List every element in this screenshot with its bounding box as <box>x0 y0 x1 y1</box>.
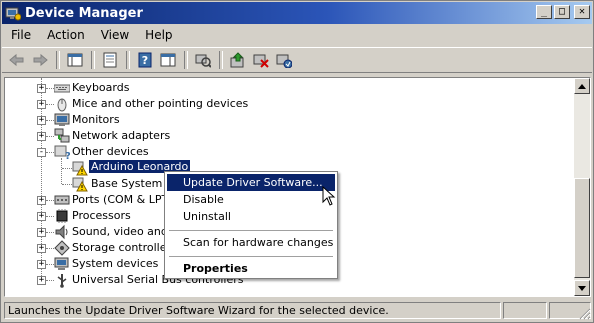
expand-toggle[interactable]: + <box>37 132 46 141</box>
tree-connector <box>46 120 54 121</box>
window-controls: _ □ ✕ <box>536 5 590 19</box>
arrow-down-icon <box>578 285 586 291</box>
menu-action[interactable]: Action <box>39 28 93 42</box>
context-menu: Update Driver Software... Disable Uninst… <box>164 171 338 279</box>
tree-connector <box>46 88 54 89</box>
scroll-down-button[interactable] <box>574 280 590 296</box>
menu-help[interactable]: Help <box>137 28 180 42</box>
arrow-up-icon <box>578 83 586 89</box>
tree-item-label: System devices <box>72 257 159 270</box>
toolbar: ? <box>2 47 592 73</box>
expand-toggle[interactable]: + <box>37 84 46 93</box>
toolbar-separator <box>56 51 60 69</box>
warning-device-icon <box>72 161 88 176</box>
monitor-icon <box>54 113 70 126</box>
menu-view[interactable]: View <box>93 28 137 42</box>
tree-connector <box>46 200 54 201</box>
usb-icon <box>57 274 67 288</box>
expand-toggle[interactable]: + <box>37 260 46 269</box>
tree-item-label: Keyboards <box>72 81 130 94</box>
menu-file[interactable]: File <box>2 28 39 42</box>
minimize-button[interactable]: _ <box>536 5 552 19</box>
mouse-icon <box>57 98 67 112</box>
svg-text:?: ? <box>142 54 148 67</box>
toolbar-separator <box>219 51 223 69</box>
menu-separator <box>169 230 333 231</box>
close-button[interactable]: ✕ <box>574 5 590 19</box>
collapse-toggle[interactable]: - <box>37 148 46 157</box>
tree-connector <box>46 232 54 233</box>
back-arrow-icon[interactable] <box>6 50 28 70</box>
window-title: Device Manager <box>25 5 143 21</box>
svg-text:?: ? <box>65 151 70 160</box>
sound-icon <box>55 224 68 240</box>
update-driver-icon[interactable] <box>227 50 249 70</box>
menu-bar: File Action View Help <box>2 25 592 45</box>
tree-connector <box>46 264 54 265</box>
menu-item-scan-hardware[interactable]: Scan for hardware changes <box>167 234 335 251</box>
toolbar-separator <box>91 51 95 69</box>
tree-connector <box>46 216 54 217</box>
status-cell <box>503 302 547 319</box>
show-hide-console-tree-icon[interactable] <box>64 50 86 70</box>
show-hide-action-pane-icon[interactable] <box>157 50 179 70</box>
tree-connector <box>61 158 62 184</box>
menu-item-disable[interactable]: Disable <box>167 191 335 208</box>
system-devices-icon <box>54 257 69 270</box>
tree-item-label: Network adapters <box>72 129 171 142</box>
tree-item-label: Storage controllers <box>72 241 177 254</box>
device-manager-window: Device Manager _ □ ✕ File Action View He… <box>0 0 594 323</box>
tree-connector <box>46 280 54 281</box>
port-icon <box>54 195 70 205</box>
help-icon[interactable]: ? <box>134 50 156 70</box>
expand-toggle[interactable]: + <box>37 100 46 109</box>
uninstall-icon[interactable] <box>250 50 272 70</box>
network-adapter-icon <box>54 128 70 143</box>
enable-device-icon[interactable] <box>273 50 295 70</box>
keyboard-icon <box>54 84 70 93</box>
processor-icon <box>56 209 68 223</box>
tree-connector <box>46 152 54 153</box>
device-manager-app-icon <box>5 7 21 21</box>
tree-connector <box>62 168 72 169</box>
tree-item-label: Ports (COM & LPT) <box>72 193 173 206</box>
scan-hardware-icon[interactable] <box>192 50 214 70</box>
menu-separator <box>169 256 333 257</box>
expand-toggle[interactable]: + <box>37 228 46 237</box>
expand-toggle[interactable]: + <box>37 196 46 205</box>
title-bar[interactable]: Device Manager _ □ ✕ <box>2 2 592 24</box>
unknown-device-icon: ? <box>54 145 70 160</box>
properties-icon[interactable] <box>99 50 121 70</box>
resize-grip-icon[interactable] <box>579 308 591 320</box>
menu-item-uninstall[interactable]: Uninstall <box>167 208 335 225</box>
status-bar: Launches the Update Driver Software Wiza… <box>2 301 592 321</box>
menu-item-update-driver[interactable]: Update Driver Software... <box>167 174 335 191</box>
tree-connector <box>62 184 72 185</box>
expand-toggle[interactable]: + <box>37 276 46 285</box>
vertical-scrollbar[interactable] <box>574 78 590 296</box>
storage-icon <box>54 240 70 256</box>
expand-toggle[interactable]: + <box>37 244 46 253</box>
warning-device-icon <box>72 177 88 192</box>
tree-item-label: Mice and other pointing devices <box>72 97 249 110</box>
tree-item-label: Processors <box>72 209 131 222</box>
toolbar-separator <box>126 51 130 69</box>
scroll-up-button[interactable] <box>574 78 590 94</box>
status-text: Launches the Update Driver Software Wiza… <box>4 302 501 319</box>
tree-item-label: Other devices <box>72 145 149 158</box>
scroll-thumb[interactable] <box>574 178 590 278</box>
mouse-cursor-icon <box>322 186 336 206</box>
maximize-button[interactable]: □ <box>554 5 570 19</box>
tree-connector <box>46 136 54 137</box>
toolbar-separator <box>184 51 188 69</box>
tree-item-label: Monitors <box>72 113 120 126</box>
menu-item-properties[interactable]: Properties <box>167 260 335 277</box>
expand-toggle[interactable]: + <box>37 212 46 221</box>
tree-connector <box>46 248 54 249</box>
expand-toggle[interactable]: + <box>37 116 46 125</box>
tree-connector <box>46 104 54 105</box>
forward-arrow-icon[interactable] <box>29 50 51 70</box>
